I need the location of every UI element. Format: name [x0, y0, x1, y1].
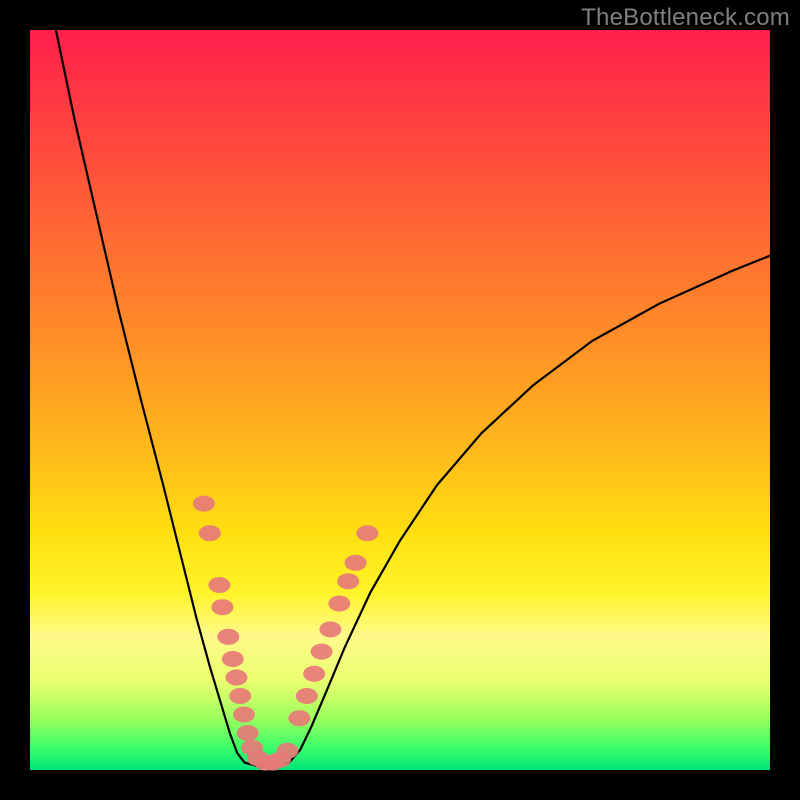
- marker-bead: [229, 688, 251, 704]
- marker-bead: [277, 743, 299, 759]
- marker-bead: [211, 599, 233, 615]
- marker-bead: [233, 707, 255, 723]
- marker-bead: [237, 725, 259, 741]
- marker-bead: [311, 644, 333, 660]
- marker-bead: [222, 651, 244, 667]
- plot-area: [30, 30, 770, 770]
- curve-layer: [56, 30, 770, 766]
- bottleneck-curve: [56, 30, 770, 766]
- chart-frame: TheBottleneck.com: [0, 0, 800, 800]
- marker-bead: [217, 629, 239, 645]
- marker-bead: [328, 596, 350, 612]
- marker-bead: [296, 688, 318, 704]
- chart-svg: [30, 30, 770, 770]
- marker-bead: [303, 666, 325, 682]
- marker-bead: [356, 525, 378, 541]
- marker-bead: [226, 670, 248, 686]
- marker-bead: [319, 621, 341, 637]
- marker-bead: [208, 577, 230, 593]
- marker-bead: [345, 555, 367, 571]
- marker-bead: [337, 573, 359, 589]
- watermark-text: TheBottleneck.com: [581, 4, 790, 32]
- marker-bead: [288, 710, 310, 726]
- marker-bead: [199, 525, 221, 541]
- marker-bead: [193, 496, 215, 512]
